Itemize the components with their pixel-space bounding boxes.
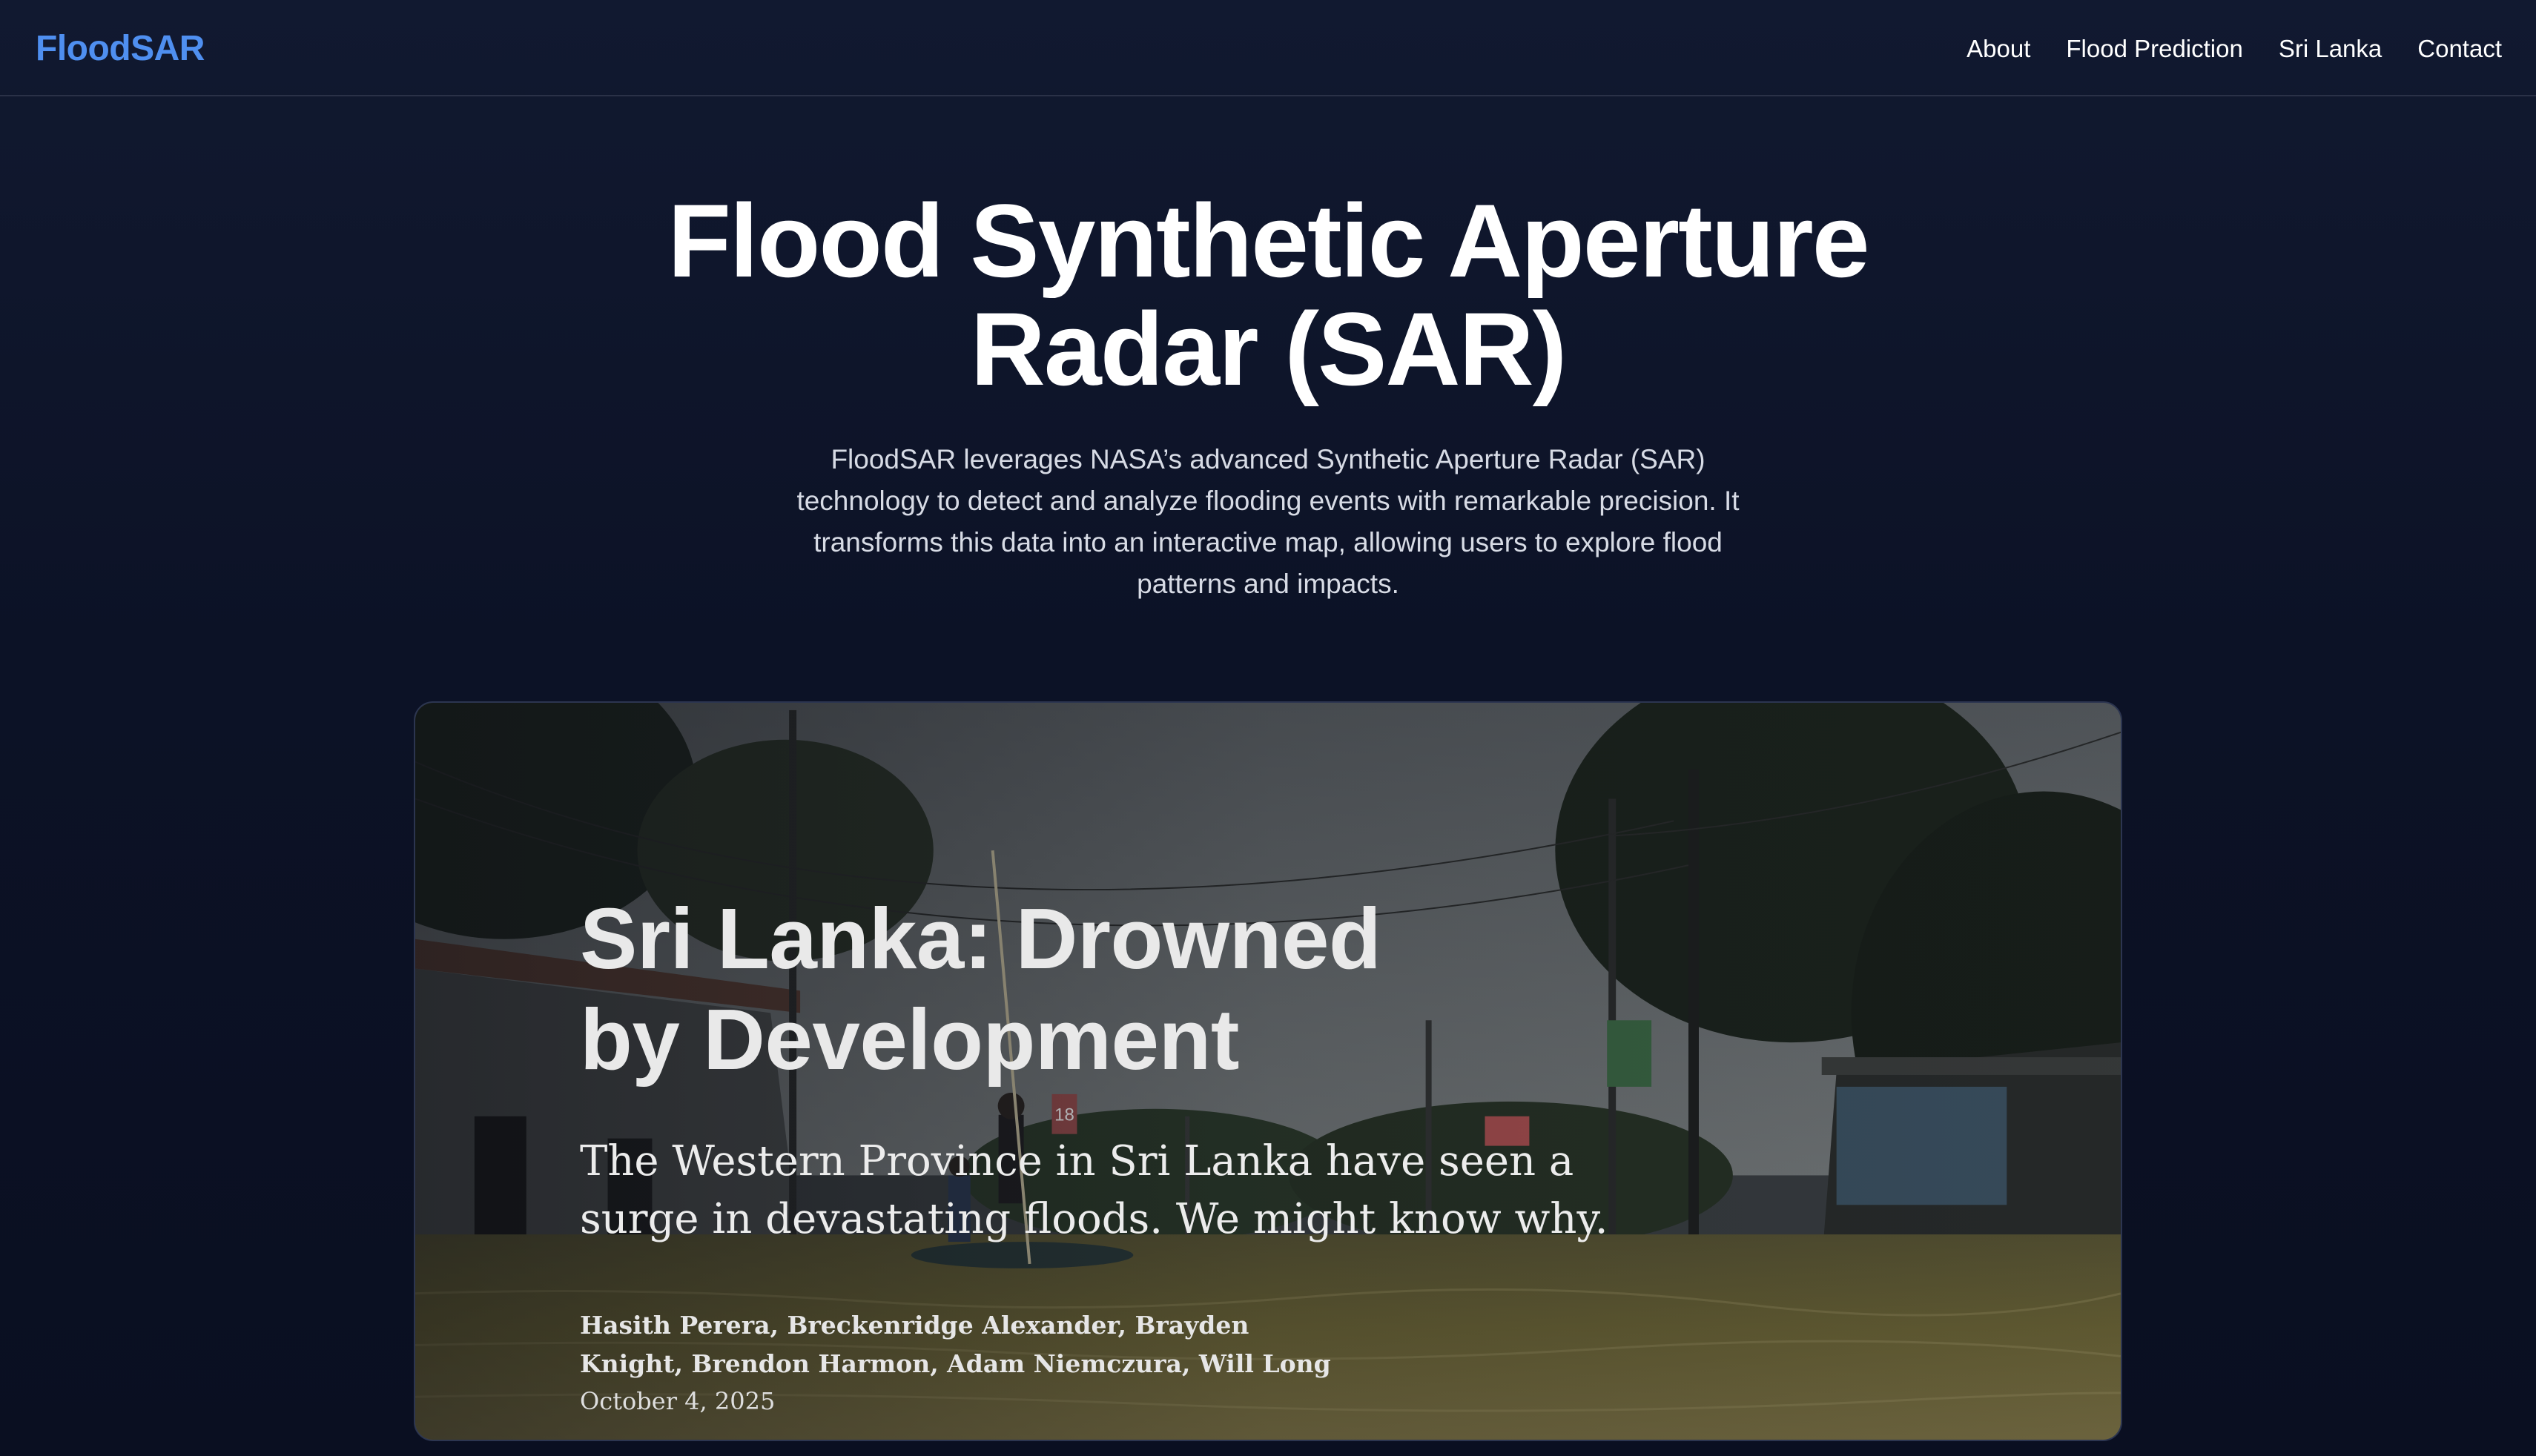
nav-item-flood-prediction[interactable]: Flood Prediction [2066, 33, 2242, 65]
brand-logo[interactable]: FloodSAR [36, 28, 205, 70]
nav-links: About Flood Prediction Sri Lanka Contact [1967, 33, 2502, 65]
feature-subtitle: The Western Province in Sri Lanka have s… [580, 1137, 1608, 1243]
feature-date: October 4, 2025 [580, 1387, 776, 1415]
feature-story-card[interactable]: 18 Sri Lanka: Drowned by Development The… [414, 701, 2122, 1441]
nav-item-sri-lanka[interactable]: Sri Lanka [2279, 33, 2382, 65]
nav-item-contact[interactable]: Contact [2417, 33, 2502, 65]
feature-authors: Hasith Perera, Breckenridge Alexander, B… [580, 1311, 1331, 1378]
hero-title-line-1: Flood Synthetic Aperture [667, 182, 1869, 299]
feature-title: Sri Lanka: Drowned by Development [580, 888, 1470, 1090]
hero-title: Flood Synthetic Aperture Radar (SAR) [0, 187, 2536, 403]
feature-title-line-2: by Development [580, 991, 1240, 1088]
nav-item-about[interactable]: About [1967, 33, 2030, 65]
top-navbar: FloodSAR About Flood Prediction Sri Lank… [0, 0, 2536, 96]
feature-title-line-1: Sri Lanka: Drowned [580, 890, 1381, 987]
hero-title-line-2: Radar (SAR) [970, 291, 1568, 407]
hero-description: FloodSAR leverages NASA’s advanced Synth… [796, 444, 1740, 599]
